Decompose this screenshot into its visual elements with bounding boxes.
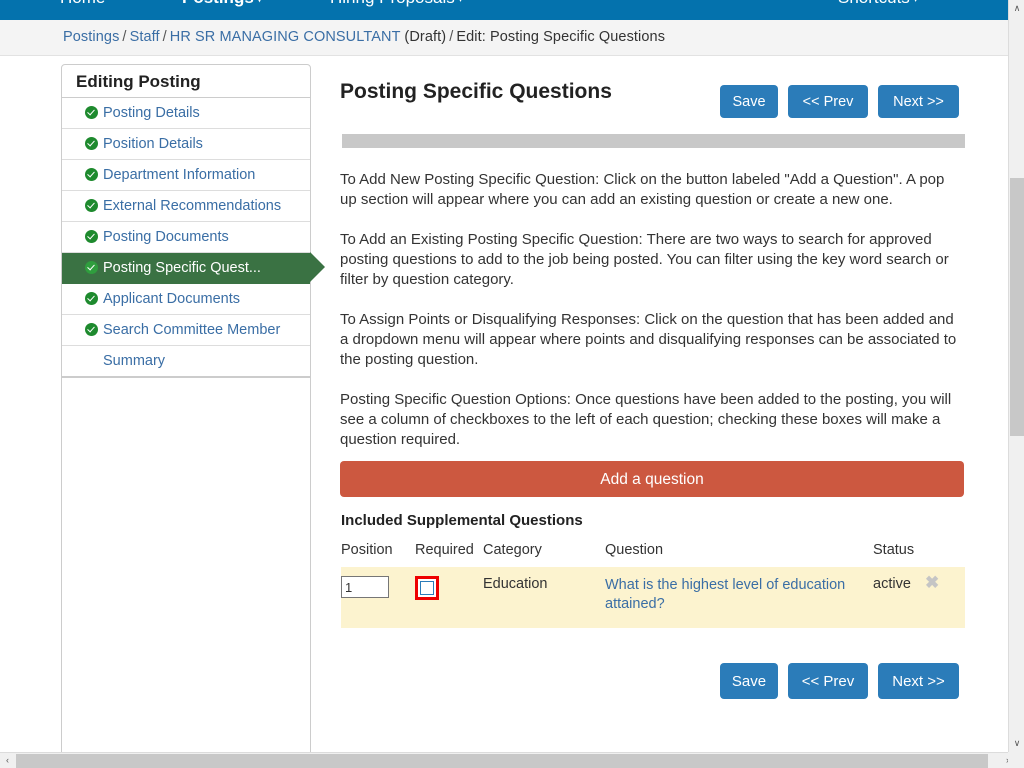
check-circle-icon bbox=[85, 199, 98, 212]
check-circle-icon bbox=[85, 137, 98, 150]
sidebar-item-summary[interactable]: Summary bbox=[62, 346, 310, 377]
browser-viewport: Home Postings▾ Hiring Proposals▾ Shortcu… bbox=[0, 0, 1024, 768]
required-checkbox[interactable] bbox=[420, 581, 434, 595]
prev-button-top[interactable]: << Prev bbox=[788, 85, 868, 118]
sidebar-item-department-information[interactable]: Department Information bbox=[62, 160, 310, 191]
check-circle-icon bbox=[85, 292, 98, 305]
breadcrumb-separator: / bbox=[160, 29, 170, 45]
cell-remove: ✖ bbox=[925, 567, 965, 628]
breadcrumb-bar: Postings/Staff/HR SR MANAGING CONSULTANT… bbox=[0, 20, 1008, 56]
sidebar-item-position-details[interactable]: Position Details bbox=[62, 129, 310, 160]
sidebar-item-label: Applicant Documents bbox=[103, 291, 240, 307]
scroll-up-icon[interactable]: ∧ bbox=[1009, 0, 1024, 17]
scroll-left-icon[interactable]: ‹ bbox=[0, 753, 15, 768]
cell-position bbox=[341, 567, 415, 628]
table-row: Education What is the highest level of e… bbox=[341, 567, 965, 628]
horizontal-scrollbar[interactable]: ‹ › bbox=[0, 752, 1024, 768]
instruction-paragraph-add-new: To Add New Posting Specific Question: Cl… bbox=[340, 170, 964, 210]
sidebar-item-label: External Recommendations bbox=[103, 198, 281, 214]
column-header-required: Required bbox=[415, 542, 483, 567]
sidebar-panel-extension bbox=[61, 377, 311, 752]
cell-status: active bbox=[873, 567, 925, 628]
sidebar-item-external-recommendations[interactable]: External Recommendations bbox=[62, 191, 310, 222]
next-button-bottom[interactable]: Next >> bbox=[878, 663, 959, 699]
breadcrumb-item-posting-name[interactable]: HR SR MANAGING CONSULTANT bbox=[170, 29, 401, 45]
check-circle-icon bbox=[85, 230, 98, 243]
chevron-down-icon: ▾ bbox=[913, 0, 919, 9]
sidebar-title: Editing Posting bbox=[62, 65, 310, 98]
sidebar-item-label: Posting Documents bbox=[103, 229, 229, 245]
position-input[interactable] bbox=[341, 576, 389, 598]
sidebar-item-label: Summary bbox=[103, 353, 165, 369]
table-header-row: Position Required Category Question Stat… bbox=[341, 542, 965, 567]
sidebar-item-posting-specific-questions[interactable]: Posting Specific Quest... bbox=[62, 253, 310, 284]
nav-item-hiring-proposals-label: Hiring Proposals bbox=[330, 0, 455, 7]
breadcrumb-item-current: Edit: Posting Specific Questions bbox=[456, 29, 665, 45]
top-navigation-bar: Home Postings▾ Hiring Proposals▾ Shortcu… bbox=[0, 0, 1008, 20]
column-header-remove bbox=[925, 542, 965, 567]
nav-item-postings[interactable]: Postings▾ bbox=[182, 0, 262, 9]
save-button-top[interactable]: Save bbox=[720, 85, 778, 118]
nav-item-shortcuts-label: Shortcuts bbox=[838, 0, 910, 7]
check-circle-icon bbox=[85, 323, 98, 336]
chevron-down-icon: ▾ bbox=[458, 0, 464, 9]
breadcrumb: Postings/Staff/HR SR MANAGING CONSULTANT… bbox=[63, 29, 665, 45]
remove-icon[interactable]: ✖ bbox=[925, 573, 939, 592]
nav-item-home[interactable]: Home bbox=[60, 0, 105, 8]
instruction-paragraph-assign-points: To Assign Points or Disqualifying Respon… bbox=[340, 310, 964, 370]
vertical-scrollbar[interactable]: ∧ ∨ bbox=[1008, 0, 1024, 752]
breadcrumb-separator: / bbox=[119, 29, 129, 45]
required-checkbox-highlight bbox=[415, 576, 439, 600]
sidebar-item-label: Department Information bbox=[103, 167, 255, 183]
breadcrumb-separator: / bbox=[446, 29, 456, 45]
instruction-paragraph-add-existing: To Add an Existing Posting Specific Ques… bbox=[340, 230, 964, 290]
instruction-paragraph-question-options: Posting Specific Question Options: Once … bbox=[340, 390, 964, 450]
supplemental-questions-table: Position Required Category Question Stat… bbox=[341, 542, 965, 628]
check-circle-icon bbox=[85, 168, 98, 181]
column-header-category: Category bbox=[483, 542, 605, 567]
nav-item-shortcuts[interactable]: Shortcuts▾ bbox=[838, 0, 918, 9]
column-header-question: Question bbox=[605, 542, 873, 567]
page-title: Posting Specific Questions bbox=[340, 80, 612, 104]
nav-item-hiring-proposals[interactable]: Hiring Proposals▾ bbox=[330, 0, 463, 9]
cell-question: What is the highest level of education a… bbox=[605, 567, 873, 628]
check-circle-icon bbox=[85, 106, 98, 119]
sidebar-item-posting-details[interactable]: Posting Details bbox=[62, 98, 310, 129]
breadcrumb-item-postings[interactable]: Postings bbox=[63, 29, 119, 45]
prev-button-bottom[interactable]: << Prev bbox=[788, 663, 868, 699]
breadcrumb-item-draft-state: (Draft) bbox=[404, 29, 446, 45]
sidebar-item-label: Posting Specific Quest... bbox=[103, 260, 261, 276]
sidebar-item-label: Posting Details bbox=[103, 105, 200, 121]
progress-bar bbox=[342, 134, 965, 148]
sidebar-item-label: Search Committee Member bbox=[103, 322, 280, 338]
column-header-position: Position bbox=[341, 542, 415, 567]
breadcrumb-item-staff[interactable]: Staff bbox=[130, 29, 160, 45]
table-body: Education What is the highest level of e… bbox=[341, 567, 965, 628]
add-a-question-button[interactable]: Add a question bbox=[340, 461, 964, 497]
sidebar-item-applicant-documents[interactable]: Applicant Documents bbox=[62, 284, 310, 315]
vertical-scrollbar-thumb[interactable] bbox=[1010, 178, 1024, 436]
sidebar-item-search-committee-member[interactable]: Search Committee Member bbox=[62, 315, 310, 346]
cell-required bbox=[415, 567, 483, 628]
chevron-down-icon: ▾ bbox=[257, 0, 263, 9]
sidebar-item-posting-documents[interactable]: Posting Documents bbox=[62, 222, 310, 253]
horizontal-scrollbar-thumb[interactable] bbox=[16, 754, 988, 768]
sidebar-editing-posting: Editing Posting Posting Details Position… bbox=[61, 64, 311, 378]
section-heading-included-questions: Included Supplemental Questions bbox=[341, 512, 583, 529]
table-header: Position Required Category Question Stat… bbox=[341, 542, 965, 567]
scroll-down-icon[interactable]: ∨ bbox=[1009, 735, 1024, 752]
sidebar-item-label: Position Details bbox=[103, 136, 203, 152]
check-circle-icon bbox=[85, 261, 98, 274]
nav-item-postings-label: Postings bbox=[182, 0, 254, 7]
nav-item-home-label: Home bbox=[60, 0, 105, 7]
next-button-top[interactable]: Next >> bbox=[878, 85, 959, 118]
question-link[interactable]: What is the highest level of education a… bbox=[605, 576, 873, 614]
cell-category: Education bbox=[483, 567, 605, 628]
column-header-status: Status bbox=[873, 542, 925, 567]
save-button-bottom[interactable]: Save bbox=[720, 663, 778, 699]
scrollbar-corner bbox=[1008, 752, 1024, 768]
